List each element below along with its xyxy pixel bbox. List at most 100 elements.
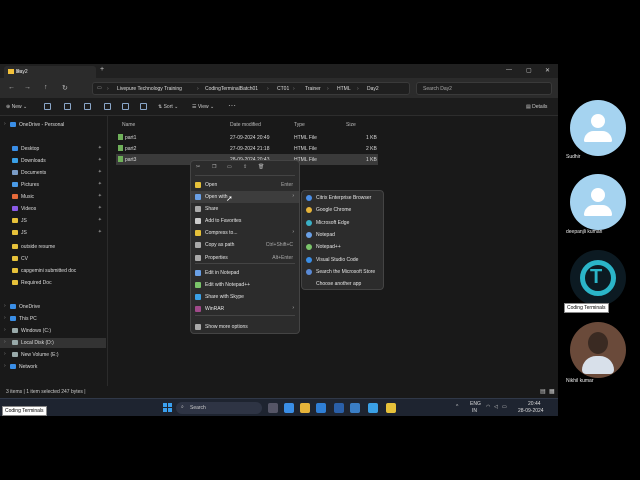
wifi-icon[interactable]: ◠: [486, 404, 490, 410]
share-icon[interactable]: ⇪: [243, 164, 247, 170]
skype-icon[interactable]: [368, 403, 378, 413]
taskbar-search[interactable]: ⌕ Search: [176, 402, 262, 414]
expand-chevron-icon[interactable]: ›: [4, 303, 6, 309]
outlook-icon[interactable]: [334, 403, 344, 413]
volume-icon[interactable]: ◁: [494, 404, 498, 410]
copy-icon[interactable]: [64, 103, 71, 110]
context-menu-item[interactable]: Share: [191, 203, 299, 215]
back-icon[interactable]: ←: [8, 84, 15, 91]
column-header-type[interactable]: Type: [294, 122, 305, 128]
breadcrumb-item[interactable]: Trainer: [305, 86, 321, 92]
task-view-icon[interactable]: [268, 403, 278, 413]
open-with-item[interactable]: Citrix Enterprise Browser: [302, 192, 383, 204]
minimize-button[interactable]: —: [506, 67, 512, 73]
context-menu-item[interactable]: Compress to... ›: [191, 227, 299, 239]
expand-chevron-icon[interactable]: ›: [4, 315, 6, 321]
rename-icon[interactable]: ▭: [227, 164, 232, 170]
column-header-size[interactable]: Size: [346, 122, 356, 128]
open-with-item[interactable]: Choose another app: [302, 278, 383, 290]
context-menu-item[interactable]: Show more options: [191, 321, 299, 333]
expand-chevron-icon[interactable]: ›: [4, 121, 6, 127]
new-tab-button[interactable]: +: [100, 66, 104, 73]
sidebar-item[interactable]: Music ✦: [0, 192, 106, 202]
tiles-view-icon[interactable]: ▦: [549, 388, 555, 395]
file-explorer-icon[interactable]: [386, 403, 396, 413]
sidebar-item[interactable]: Documents ✦: [0, 168, 106, 178]
sidebar-item[interactable]: Videos ✦: [0, 204, 106, 214]
open-with-item[interactable]: Notepad++: [302, 241, 383, 253]
rename-icon[interactable]: [104, 103, 111, 110]
new-button[interactable]: ⊕ New ⌄: [6, 104, 27, 110]
vscode-icon[interactable]: [316, 403, 326, 413]
expand-chevron-icon[interactable]: ›: [4, 339, 6, 345]
search-input[interactable]: Search Day2: [416, 82, 552, 95]
breadcrumb-item[interactable]: Day2: [367, 86, 379, 92]
context-menu-item[interactable]: Copy as path Ctrl+Shift+C: [191, 239, 299, 251]
view-button[interactable]: ☰ View ⌄: [192, 104, 214, 110]
context-menu-item[interactable]: WinRAR ›: [191, 303, 299, 315]
context-menu-item[interactable]: Share with Skype: [191, 291, 299, 303]
cut-icon[interactable]: [44, 103, 51, 110]
context-menu-item[interactable]: Edit in Notepad: [191, 267, 299, 279]
breadcrumb-item[interactable]: Livepure Technology Training: [117, 86, 182, 92]
file-row[interactable]: part1 27-09-2024 20:49 HTML File 1 KB: [116, 132, 378, 143]
cut-icon[interactable]: ✂: [196, 164, 200, 170]
open-with-item[interactable]: Visual Studio Code: [302, 254, 383, 266]
sidebar-item[interactable]: OneDrive - Personal ›: [0, 120, 106, 130]
more-options-button[interactable]: ···: [228, 101, 236, 110]
sort-button[interactable]: ⇅ Sort ⌄: [158, 104, 178, 110]
sidebar-item[interactable]: Pictures ✦: [0, 180, 106, 190]
windows-start-icon[interactable]: [163, 403, 173, 413]
up-icon[interactable]: ↑: [44, 84, 48, 91]
sidebar-item[interactable]: outside resume: [0, 242, 106, 252]
context-menu-item[interactable]: Open with ›: [191, 191, 299, 203]
sidebar-item[interactable]: Downloads ✦: [0, 156, 106, 166]
delete-icon[interactable]: [140, 103, 147, 110]
open-with-item[interactable]: Google Chrome: [302, 204, 383, 216]
paste-icon[interactable]: [84, 103, 91, 110]
open-with-item[interactable]: Microsoft Edge: [302, 217, 383, 229]
address-field[interactable]: ▭ › Livepure Technology Training › Codin…: [92, 82, 410, 95]
expand-chevron-icon[interactable]: ›: [4, 327, 6, 333]
sidebar-item[interactable]: capgemini submitted doc: [0, 266, 106, 276]
store-icon[interactable]: [350, 403, 360, 413]
file-row[interactable]: part2 27-09-2024 21:18 HTML File 2 KB: [116, 143, 378, 154]
forward-icon[interactable]: →: [24, 84, 31, 91]
share-icon[interactable]: [122, 103, 129, 110]
open-with-item[interactable]: Notepad: [302, 229, 383, 241]
maximize-button[interactable]: ▢: [526, 67, 532, 74]
copy-icon[interactable]: ❐: [212, 164, 216, 170]
sidebar-item[interactable]: JS ✦: [0, 228, 106, 238]
sidebar-item[interactable]: Local Disk (D:) ›: [0, 338, 106, 348]
context-menu-item[interactable]: Edit with Notepad++: [191, 279, 299, 291]
expand-chevron-icon[interactable]: ›: [4, 351, 6, 357]
breadcrumb-item[interactable]: CodingTerminalBatch01: [205, 86, 258, 92]
tray-chevron-icon[interactable]: ^: [456, 404, 458, 410]
tab-day2[interactable]: Day2 ✕: [4, 66, 96, 78]
chrome-icon[interactable]: [300, 403, 310, 413]
sidebar-item[interactable]: JS ✦: [0, 216, 106, 226]
sidebar-item[interactable]: Desktop ✦: [0, 144, 106, 154]
open-with-item[interactable]: Search the Microsoft Store: [302, 266, 383, 278]
context-menu-item[interactable]: Open Enter: [191, 179, 299, 191]
column-header-name[interactable]: Name: [122, 122, 135, 128]
details-view-icon[interactable]: ▤: [540, 388, 546, 395]
context-menu-item[interactable]: Add to Favorites: [191, 215, 299, 227]
sidebar-item[interactable]: Required Doc: [0, 278, 106, 288]
sidebar-item[interactable]: Network ›: [0, 362, 106, 372]
delete-icon[interactable]: 🗑: [258, 164, 264, 170]
expand-chevron-icon[interactable]: ›: [4, 363, 6, 369]
tab-close-icon[interactable]: ✕: [16, 69, 20, 75]
breadcrumb-item[interactable]: CT01: [277, 86, 289, 92]
clock-time[interactable]: 20:44: [528, 401, 541, 407]
sidebar-item[interactable]: CV: [0, 254, 106, 264]
refresh-icon[interactable]: ↻: [62, 84, 68, 92]
edge-icon[interactable]: [284, 403, 294, 413]
context-menu-item[interactable]: Properties Alt+Enter: [191, 252, 299, 264]
tray-language[interactable]: ENG: [470, 401, 481, 407]
sidebar-item[interactable]: OneDrive ›: [0, 302, 106, 312]
breadcrumb-item[interactable]: HTML: [337, 86, 351, 92]
sidebar-item[interactable]: New Volume (E:) ›: [0, 350, 106, 360]
column-header-date[interactable]: Date modified: [230, 122, 261, 128]
battery-icon[interactable]: ▭: [502, 404, 507, 410]
